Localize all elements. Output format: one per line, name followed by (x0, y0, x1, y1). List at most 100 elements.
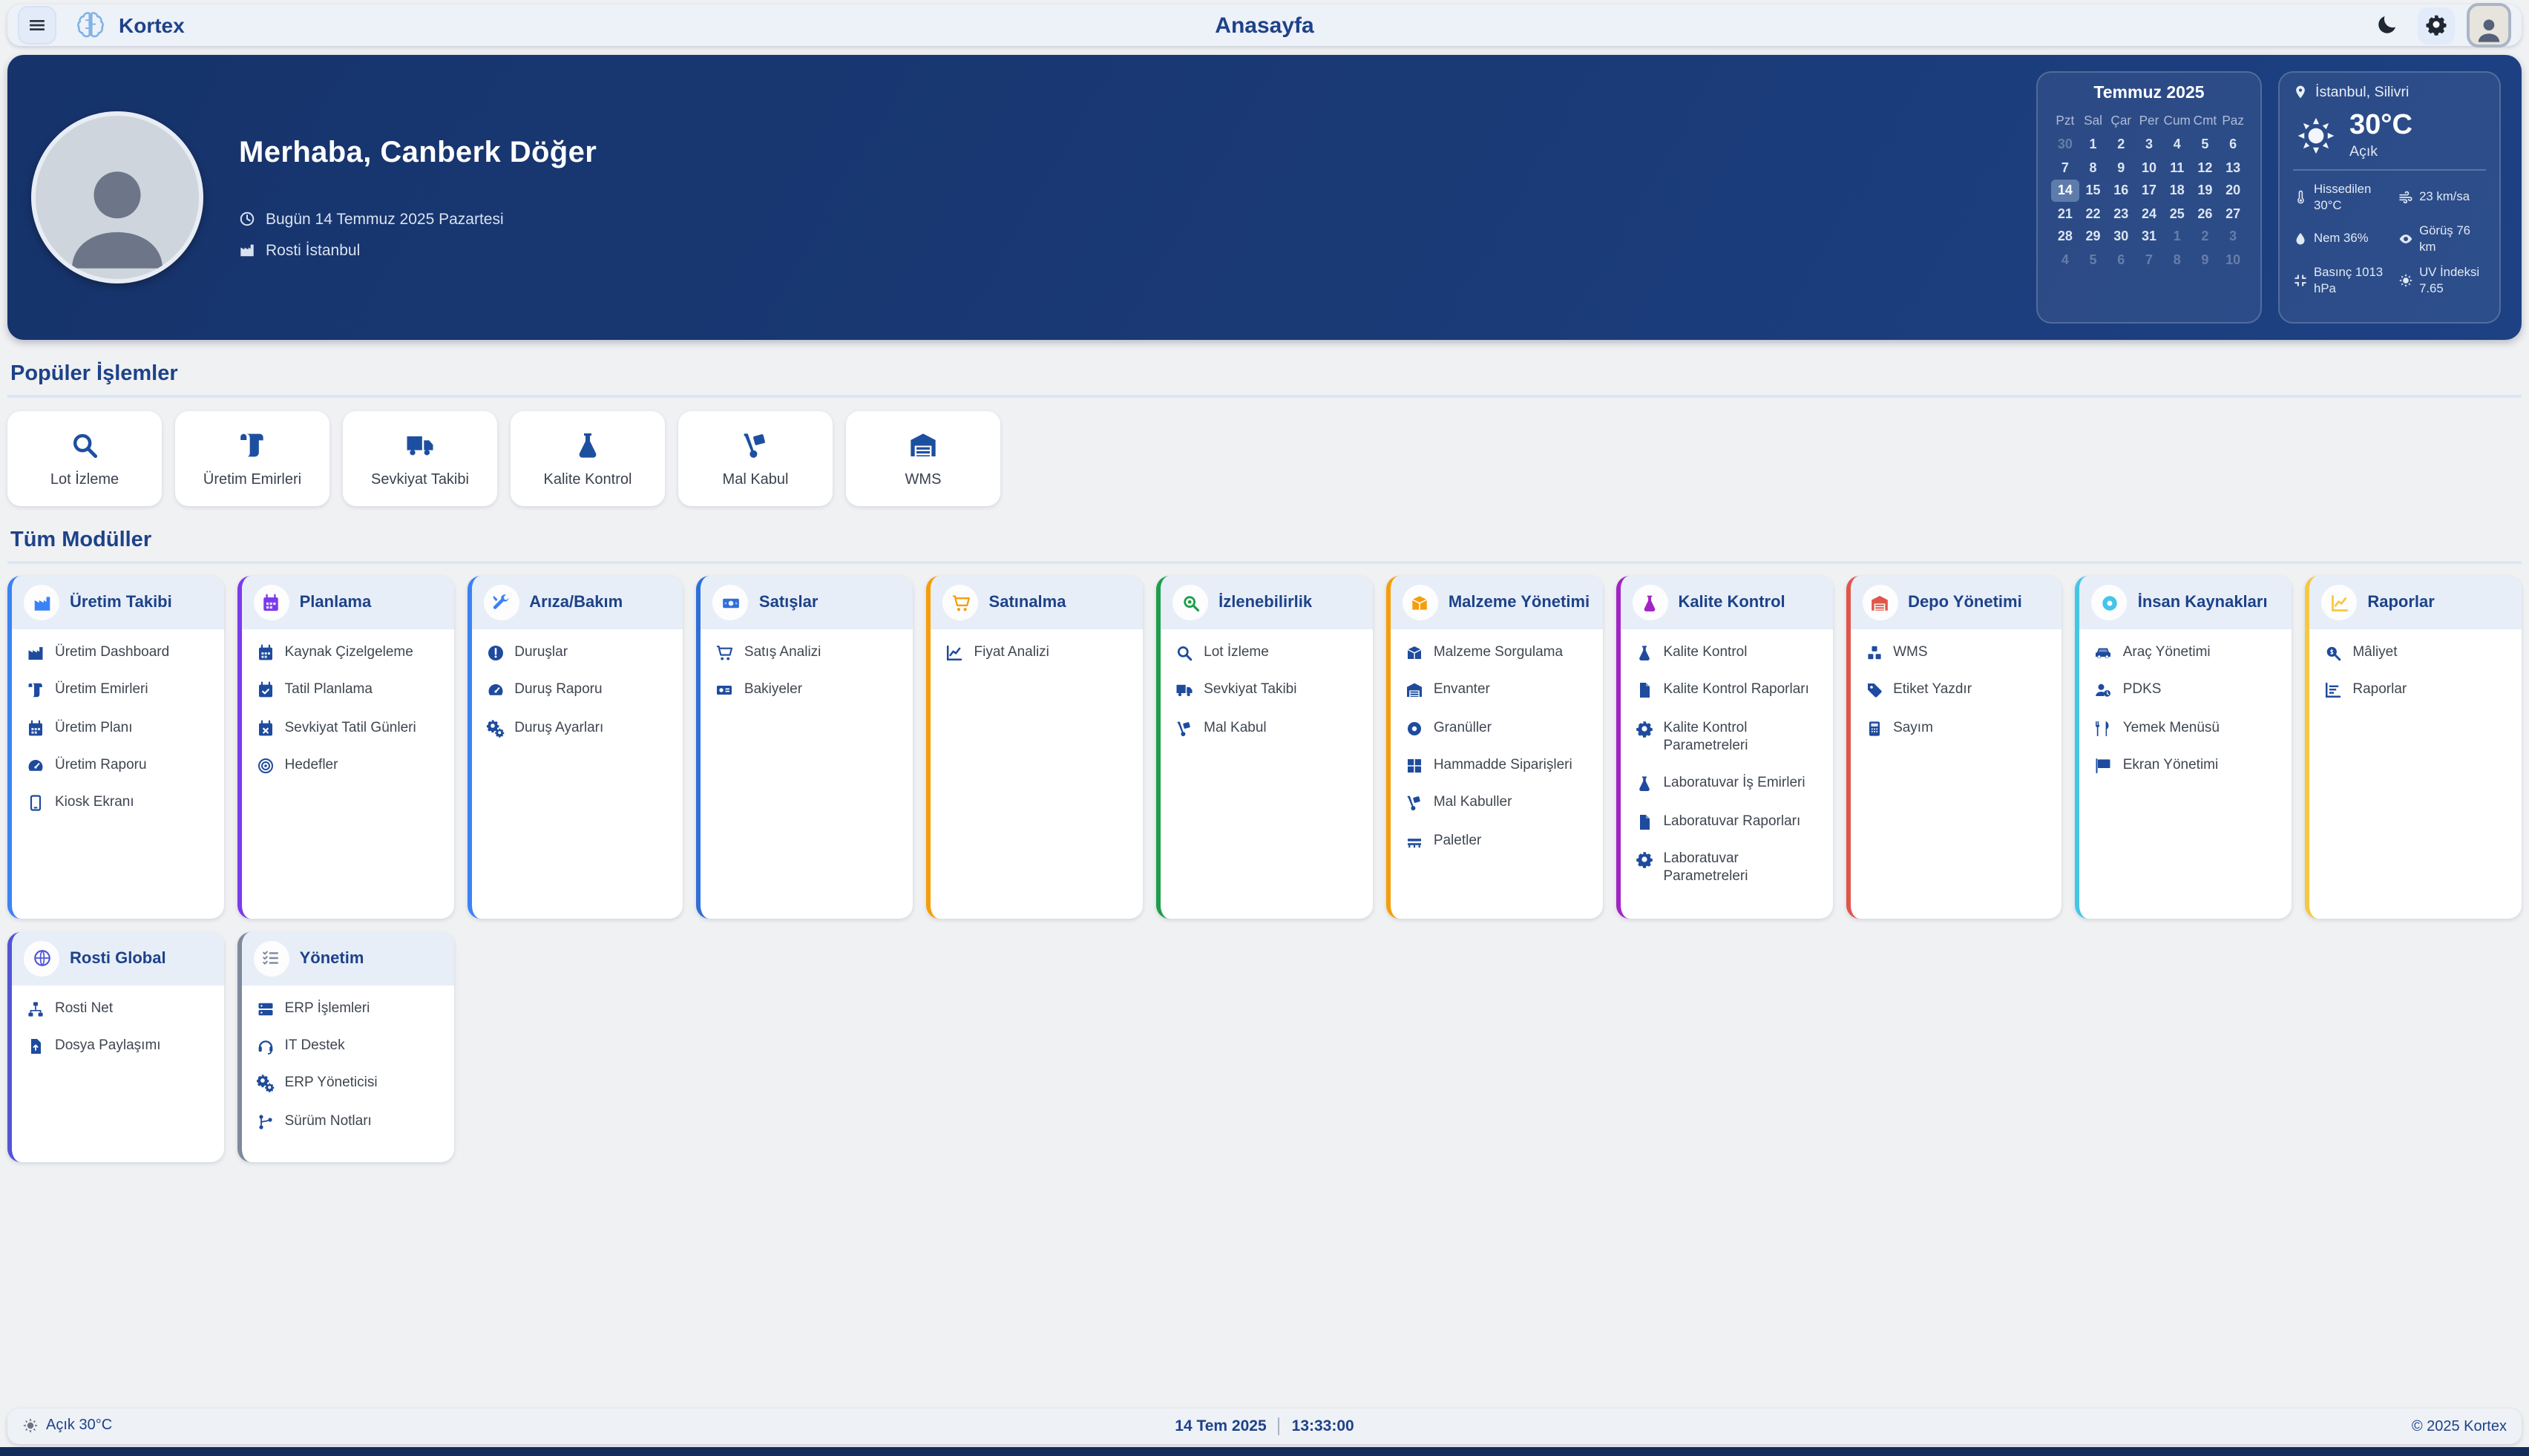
module-item-pdks[interactable]: PDKS (2095, 682, 2277, 701)
module-item-kiosk-ekran[interactable]: Kiosk Ekranı (27, 795, 209, 813)
module-item-sevkiyat-tatil-g-nleri[interactable]: Sevkiyat Tatil Günleri (257, 719, 439, 738)
calendar-day[interactable]: 9 (2107, 157, 2135, 178)
module-item-etiket-yazd-r[interactable]: Etiket Yazdır (1865, 682, 2047, 701)
calendar-day[interactable]: 17 (2135, 180, 2163, 201)
calendar-day[interactable]: 27 (2219, 203, 2247, 224)
quick-action-sevkiyat-takibi[interactable]: Sevkiyat Takibi (343, 411, 497, 506)
module-item-kalite-kontrol[interactable]: Kalite Kontrol (1635, 644, 1817, 663)
module-item-paletler[interactable]: Paletler (1405, 832, 1588, 850)
calendar-day[interactable]: 20 (2219, 180, 2247, 201)
calendar-day[interactable]: 4 (2051, 249, 2079, 270)
calendar-day[interactable]: 21 (2051, 203, 2079, 224)
calendar-day[interactable]: 9 (2191, 249, 2220, 270)
calendar-day[interactable]: 1 (2079, 134, 2108, 155)
calendar-day[interactable]: 10 (2219, 249, 2247, 270)
module-item-kaynak-izelgeleme[interactable]: Kaynak Çizelgeleme (257, 644, 439, 663)
module-item-sevkiyat-takibi[interactable]: Sevkiyat Takibi (1175, 682, 1358, 701)
calendar-day[interactable]: 18 (2163, 180, 2191, 201)
calendar-day-today[interactable]: 14 (2051, 180, 2079, 201)
module-item-duru-raporu[interactable]: Duruş Raporu (486, 682, 669, 701)
calendar-day[interactable]: 10 (2135, 157, 2163, 178)
calendar-day[interactable]: 28 (2051, 226, 2079, 247)
module-item-laboratuvar-i-emirleri[interactable]: Laboratuvar İş Emirleri (1635, 775, 1817, 794)
file-icon (1635, 813, 1653, 830)
calendar-day[interactable]: 29 (2079, 226, 2108, 247)
quick-action-wms[interactable]: WMS (846, 411, 1000, 506)
calendar-day[interactable]: 7 (2135, 249, 2163, 270)
calendar-day[interactable]: 23 (2107, 203, 2135, 224)
calendar-day[interactable]: 2 (2191, 226, 2220, 247)
calendar-day[interactable]: 25 (2163, 203, 2191, 224)
calendar-day[interactable]: 24 (2135, 203, 2163, 224)
calendar-day[interactable]: 8 (2079, 157, 2108, 178)
calendar-day[interactable]: 6 (2219, 134, 2247, 155)
calendar-day[interactable]: 26 (2191, 203, 2220, 224)
module-item-hammadde-sipari-leri[interactable]: Hammadde Siparişleri (1405, 757, 1588, 775)
module-item-dosya-payla-m[interactable]: Dosya Paylaşımı (27, 1037, 209, 1056)
module-item-kalite-kontrol-raporlar[interactable]: Kalite Kontrol Raporları (1635, 682, 1817, 701)
module-item-bakiyeler[interactable]: Bakiyeler (716, 682, 899, 701)
module-item-fiyat-analizi[interactable]: Fiyat Analizi (946, 644, 1129, 663)
module-item-erp-y-neticisi[interactable]: ERP Yöneticisi (257, 1075, 439, 1094)
calendar-day[interactable]: 2 (2107, 134, 2135, 155)
calendar-day[interactable]: 6 (2107, 249, 2135, 270)
calendar-day[interactable]: 3 (2219, 226, 2247, 247)
calendar-day[interactable]: 19 (2191, 180, 2220, 201)
calendar-day[interactable]: 16 (2107, 180, 2135, 201)
quick-action-kalite-kontrol[interactable]: Kalite Kontrol (511, 411, 665, 506)
calendar-day[interactable]: 30 (2051, 134, 2079, 155)
module-item-laboratuvar-raporlar[interactable]: Laboratuvar Raporları (1635, 813, 1817, 831)
quick-action-retim-emirleri[interactable]: Üretim Emirleri (175, 411, 329, 506)
module-item-s-r-m-notlar[interactable]: Sürüm Notları (257, 1113, 439, 1132)
settings-button[interactable] (2418, 7, 2455, 44)
module-item-erp-i-lemleri[interactable]: ERP İşlemleri (257, 1000, 439, 1019)
module-item-kalite-kontrol-parametreleri[interactable]: Kalite Kontrol Parametreleri (1635, 719, 1817, 755)
module-item-sat-analizi[interactable]: Satış Analizi (716, 644, 899, 663)
module-item-yemek-men-s[interactable]: Yemek Menüsü (2095, 719, 2277, 738)
module-item-retim-raporu[interactable]: Üretim Raporu (27, 757, 209, 775)
module-item-lot-i-zleme[interactable]: Lot İzleme (1175, 644, 1358, 663)
calendar-day[interactable]: 12 (2191, 157, 2220, 178)
calendar-day[interactable]: 8 (2163, 249, 2191, 270)
module-item-envanter[interactable]: Envanter (1405, 682, 1588, 701)
module-item-malzeme-sorgulama[interactable]: Malzeme Sorgulama (1405, 644, 1588, 663)
module-item-it-destek[interactable]: IT Destek (257, 1037, 439, 1056)
module-item-label: Sürüm Notları (285, 1113, 372, 1132)
calendar-day[interactable]: 15 (2079, 180, 2108, 201)
module-item-raporlar[interactable]: Raporlar (2324, 682, 2507, 701)
quick-action-lot-i-zleme[interactable]: Lot İzleme (7, 411, 162, 506)
module-item-hedefler[interactable]: Hedefler (257, 757, 439, 775)
menu-button[interactable] (18, 6, 56, 45)
module-item-gran-ller[interactable]: Granüller (1405, 719, 1588, 738)
module-item-retim-dashboard[interactable]: Üretim Dashboard (27, 644, 209, 663)
calendar-day[interactable]: 13 (2219, 157, 2247, 178)
module-item-duru-ayarlar[interactable]: Duruş Ayarları (486, 719, 669, 738)
calendar-day[interactable]: 1 (2163, 226, 2191, 247)
calendar-day[interactable]: 11 (2163, 157, 2191, 178)
calendar-day[interactable]: 22 (2079, 203, 2108, 224)
calendar-day[interactable]: 5 (2079, 249, 2108, 270)
user-avatar-button[interactable] (2467, 3, 2511, 47)
calendar-day[interactable]: 5 (2191, 134, 2220, 155)
dark-mode-button[interactable] (2369, 7, 2406, 44)
calendar-day[interactable]: 7 (2051, 157, 2079, 178)
module-item-rosti-net[interactable]: Rosti Net (27, 1000, 209, 1019)
weather-detail-label: 23 km/sa (2419, 189, 2470, 205)
module-item-mal-kabuller[interactable]: Mal Kabuller (1405, 795, 1588, 813)
module-item-say-m[interactable]: Sayım (1865, 719, 2047, 738)
module-item-mal-kabul[interactable]: Mal Kabul (1175, 719, 1358, 738)
calendar-day[interactable]: 4 (2163, 134, 2191, 155)
module-item-retim-plan[interactable]: Üretim Planı (27, 719, 209, 738)
quick-action-mal-kabul[interactable]: Mal Kabul (678, 411, 833, 506)
calendar-day[interactable]: 31 (2135, 226, 2163, 247)
calendar-day[interactable]: 30 (2107, 226, 2135, 247)
module-item-retim-emirleri[interactable]: Üretim Emirleri (27, 682, 209, 701)
module-item-ara-y-netimi[interactable]: Araç Yönetimi (2095, 644, 2277, 663)
module-item-wms[interactable]: WMS (1865, 644, 2047, 663)
module-item-ekran-y-netimi[interactable]: Ekran Yönetimi (2095, 757, 2277, 775)
module-item-tatil-planlama[interactable]: Tatil Planlama (257, 682, 439, 701)
module-item-laboratuvar-parametreleri[interactable]: Laboratuvar Parametreleri (1635, 850, 1817, 887)
module-item-m-liyet[interactable]: Mâliyet (2324, 644, 2507, 663)
module-item-duru-lar[interactable]: Duruşlar (486, 644, 669, 663)
calendar-day[interactable]: 3 (2135, 134, 2163, 155)
